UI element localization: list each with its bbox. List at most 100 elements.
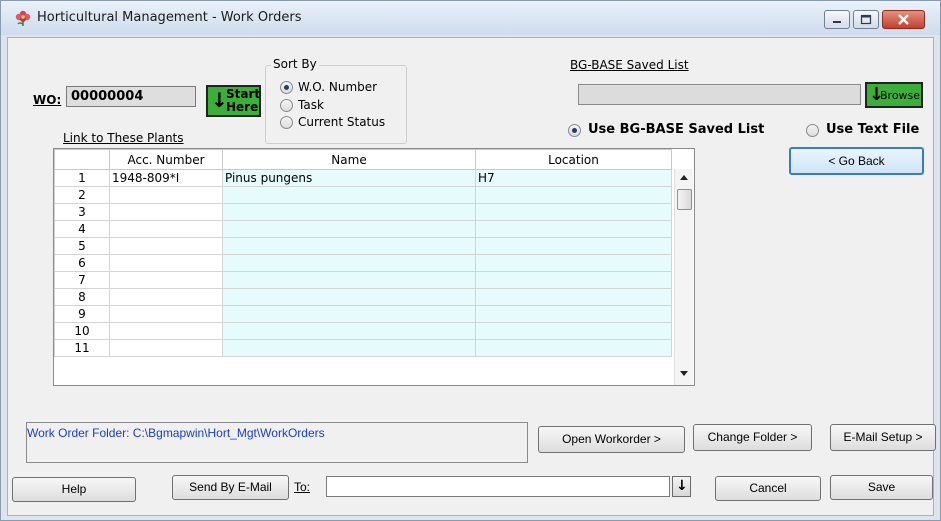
name-cell[interactable] — [222, 203, 476, 221]
to-label: To: — [294, 480, 311, 494]
table-row[interactable]: 2 — [54, 186, 672, 204]
open-workorder-button[interactable]: Open Workorder > — [538, 426, 685, 453]
wo-field[interactable]: 00000004 — [66, 86, 196, 107]
scroll-down-icon[interactable] — [680, 371, 688, 376]
location-cell[interactable] — [475, 237, 672, 255]
table-row[interactable]: 1 1948-809*I Pinus pungens H7 — [54, 169, 672, 187]
email-setup-button[interactable]: E-Mail Setup > — [830, 424, 936, 451]
grid-scrollbar[interactable] — [674, 169, 693, 385]
location-cell[interactable] — [475, 305, 672, 323]
acc-number-cell[interactable] — [109, 203, 223, 221]
send-by-email-button[interactable]: Send By E-Mail — [172, 475, 289, 500]
name-cell[interactable] — [222, 339, 476, 357]
acc-number-cell[interactable] — [109, 186, 223, 204]
acc-number-cell[interactable] — [109, 254, 223, 272]
browse-label: Browse — [880, 89, 921, 102]
name-cell[interactable] — [222, 305, 476, 323]
table-row[interactable]: 3 — [54, 203, 672, 221]
row-number: 11 — [54, 339, 110, 357]
browse-button[interactable]: ↓ Browse — [865, 82, 923, 108]
title-bar[interactable]: Horticultural Management - Work Orders — [1, 1, 940, 35]
row-number: 10 — [54, 322, 110, 340]
flower-app-icon — [14, 9, 32, 27]
plants-grid: Acc. Number Name Location 1 1948-809*I Pin… — [53, 148, 695, 386]
acc-number-cell[interactable] — [109, 322, 223, 340]
window-title: Horticultural Management - Work Orders — [37, 10, 302, 25]
saved-list-field[interactable] — [578, 84, 861, 105]
sort-option-wo-number[interactable]: W.O. Number — [280, 80, 400, 96]
sort-option-task[interactable]: Task — [280, 98, 400, 114]
help-button[interactable]: Help — [12, 477, 136, 502]
sort-option-label: Current Status — [298, 115, 386, 129]
grid-header-row: Acc. Number Name Location — [54, 149, 672, 170]
go-back-button[interactable]: < Go Back — [789, 147, 924, 175]
location-cell[interactable] — [475, 220, 672, 238]
location-cell[interactable] — [475, 339, 672, 357]
location-cell[interactable] — [475, 254, 672, 272]
acc-number-cell[interactable] — [109, 305, 223, 323]
table-row[interactable]: 9 — [54, 305, 672, 323]
location-cell[interactable] — [475, 186, 672, 204]
folder-box: Work Order Folder: C:\Bgmapwin\Hort_Mgt\… — [26, 422, 528, 463]
scroll-up-icon[interactable] — [680, 175, 688, 180]
here-label: Here — [226, 100, 259, 114]
name-cell[interactable] — [222, 288, 476, 306]
acc-number-cell[interactable] — [109, 339, 223, 357]
table-row[interactable]: 6 — [54, 254, 672, 272]
name-cell[interactable]: Pinus pungens — [222, 169, 476, 187]
location-cell[interactable] — [475, 322, 672, 340]
grid-header-acc-number[interactable]: Acc. Number — [109, 149, 223, 170]
close-icon[interactable] — [882, 10, 925, 29]
acc-number-cell[interactable] — [109, 271, 223, 289]
grid-header-name[interactable]: Name — [222, 149, 476, 170]
use-saved-list-option[interactable]: Use BG-BASE Saved List — [568, 122, 788, 140]
sort-by-title: Sort By — [271, 57, 319, 71]
radio-task[interactable] — [280, 99, 293, 112]
name-cell[interactable] — [222, 322, 476, 340]
location-cell[interactable] — [475, 271, 672, 289]
acc-number-cell[interactable] — [109, 220, 223, 238]
use-text-file-option[interactable]: Use Text File — [806, 122, 931, 140]
save-button[interactable]: Save — [830, 475, 933, 500]
row-number: 8 — [54, 288, 110, 306]
table-row[interactable]: 7 — [54, 271, 672, 289]
table-row[interactable]: 11 — [54, 339, 672, 357]
name-cell[interactable] — [222, 271, 476, 289]
row-number: 7 — [54, 271, 110, 289]
radio-current-status[interactable] — [280, 116, 293, 129]
row-number: 3 — [54, 203, 110, 221]
row-number: 4 — [54, 220, 110, 238]
acc-number-cell[interactable] — [109, 288, 223, 306]
acc-number-cell[interactable] — [109, 237, 223, 255]
name-cell[interactable] — [222, 220, 476, 238]
sort-option-current-status[interactable]: Current Status — [280, 115, 405, 131]
name-cell[interactable] — [222, 186, 476, 204]
minimize-icon[interactable] — [824, 10, 850, 29]
radio-use-saved-list[interactable] — [568, 124, 581, 137]
start-here-button[interactable]: ↓ Start Here — [206, 85, 261, 117]
name-cell[interactable] — [222, 237, 476, 255]
acc-number-cell[interactable]: 1948-809*I — [109, 169, 223, 187]
row-number: 2 — [54, 186, 110, 204]
cancel-button[interactable]: Cancel — [715, 476, 821, 501]
grid-header-location[interactable]: Location — [475, 149, 672, 170]
to-input[interactable] — [326, 476, 670, 497]
app-window: Horticultural Management - Work Orders W… — [0, 0, 941, 521]
row-number: 9 — [54, 305, 110, 323]
change-folder-button[interactable]: Change Folder > — [693, 424, 812, 451]
table-row[interactable]: 4 — [54, 220, 672, 238]
location-cell[interactable] — [475, 203, 672, 221]
dropdown-arrow-icon: ↓ — [676, 478, 688, 494]
location-cell[interactable] — [475, 288, 672, 306]
radio-use-text-file[interactable] — [806, 124, 819, 137]
to-dropdown-button[interactable]: ↓ — [672, 476, 691, 497]
name-cell[interactable] — [222, 254, 476, 272]
table-row[interactable]: 8 — [54, 288, 672, 306]
table-row[interactable]: 5 — [54, 237, 672, 255]
restore-icon[interactable] — [853, 10, 879, 29]
scroll-thumb[interactable] — [677, 189, 692, 210]
location-cell[interactable]: H7 — [475, 169, 672, 187]
table-row[interactable]: 10 — [54, 322, 672, 340]
saved-list-label: BG-BASE Saved List — [570, 58, 689, 72]
radio-wo-number[interactable] — [280, 81, 293, 94]
